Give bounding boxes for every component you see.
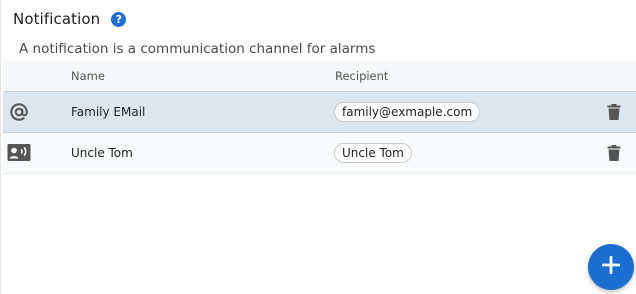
trash-icon[interactable]: [606, 103, 622, 121]
column-header-recipient: Recipient: [335, 69, 389, 83]
add-notification-button[interactable]: [588, 244, 634, 290]
recipient-chip: Uncle Tom: [334, 143, 412, 163]
notification-table: Name Recipient Family EMail family@exmap…: [3, 61, 636, 174]
table-header: Name Recipient: [3, 61, 636, 91]
column-header-name: Name: [71, 69, 105, 83]
plus-icon: [600, 254, 622, 280]
help-icon[interactable]: ?: [111, 11, 127, 27]
panel-title: Notification: [13, 10, 101, 28]
row-name: Uncle Tom: [71, 146, 133, 160]
recipient-chip: family@exmaple.com: [334, 102, 481, 122]
notification-panel: Notification ? A notification is a commu…: [0, 0, 636, 294]
table-row[interactable]: Family EMail family@exmaple.com: [3, 91, 636, 133]
table-row[interactable]: Uncle Tom Uncle Tom: [3, 133, 636, 174]
panel-description: A notification is a communication channe…: [19, 41, 376, 57]
row-name: Family EMail: [71, 105, 146, 119]
contact-card-icon: [7, 142, 31, 164]
at-sign-icon: [7, 101, 31, 123]
trash-icon[interactable]: [606, 144, 622, 162]
panel-header: Notification ?: [13, 8, 127, 30]
